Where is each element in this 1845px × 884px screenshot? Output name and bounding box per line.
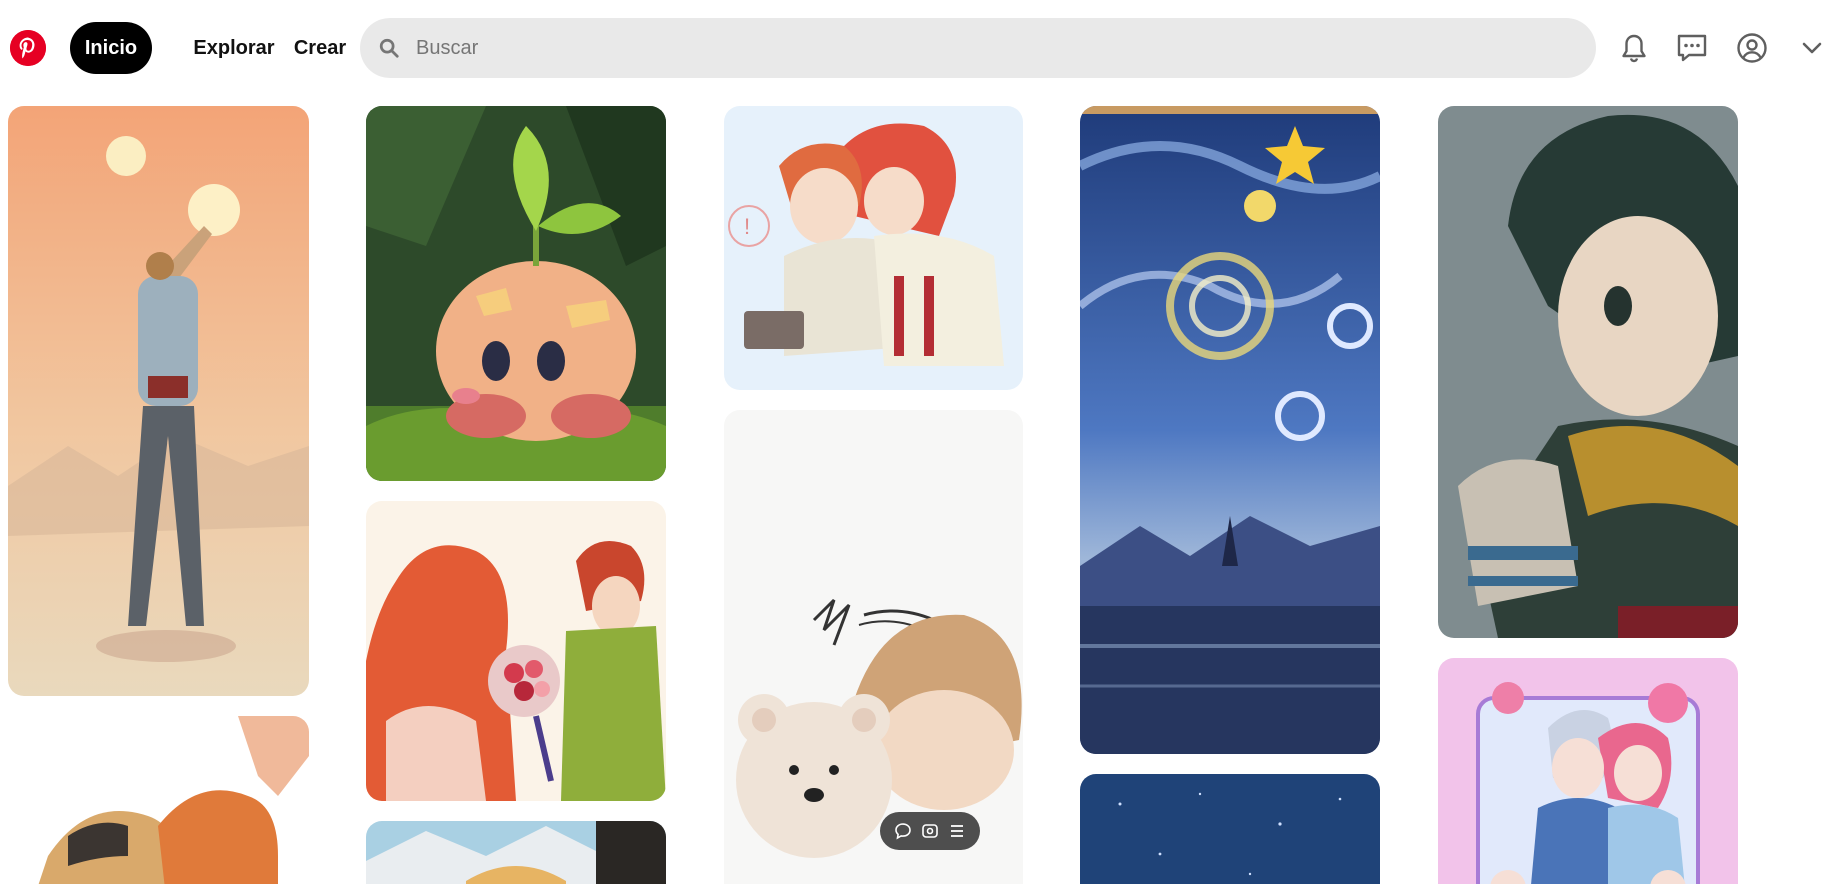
pin-hover-toolbar	[880, 812, 980, 850]
pin-card[interactable]	[1438, 658, 1738, 884]
pin-image	[1438, 106, 1738, 638]
nav-home-button[interactable]: Inicio	[70, 22, 152, 74]
menu-icon[interactable]	[946, 820, 968, 842]
pin-image	[8, 716, 309, 884]
pin-image: !	[724, 106, 1023, 390]
search-icon	[379, 38, 399, 58]
pin-image	[1080, 774, 1380, 884]
search-input[interactable]	[416, 18, 1576, 78]
pin-card[interactable]	[724, 410, 1023, 884]
search-bar[interactable]	[360, 18, 1596, 78]
account-icon[interactable]	[1732, 28, 1772, 68]
pin-card[interactable]	[366, 106, 666, 481]
pin-card[interactable]	[8, 106, 309, 696]
pin-image	[8, 106, 309, 696]
comment-icon[interactable]	[892, 820, 914, 842]
pin-card[interactable]: !	[724, 106, 1023, 390]
pin-card[interactable]	[366, 501, 666, 801]
pin-card[interactable]	[366, 821, 666, 884]
pin-image	[724, 410, 1023, 884]
svg-text:!: !	[744, 214, 750, 239]
view-icon[interactable]	[919, 820, 941, 842]
pin-image	[366, 821, 666, 884]
top-header: Inicio Explorar Crear	[0, 0, 1845, 96]
pin-card[interactable]	[1438, 106, 1738, 638]
pin-image	[1080, 106, 1380, 754]
bell-icon[interactable]	[1614, 28, 1654, 68]
pinterest-logo-icon[interactable]	[10, 30, 46, 66]
pin-card[interactable]	[8, 716, 309, 884]
pin-image	[366, 501, 666, 801]
chat-icon[interactable]	[1672, 28, 1712, 68]
pin-image	[1438, 658, 1738, 884]
pin-card[interactable]	[1080, 106, 1380, 754]
pin-image	[366, 106, 666, 481]
pin-card[interactable]	[1080, 774, 1380, 884]
nav-create-button[interactable]: Crear	[288, 22, 352, 74]
nav-explore-button[interactable]: Explorar	[172, 22, 296, 74]
chevron-down-icon[interactable]	[1792, 28, 1832, 68]
